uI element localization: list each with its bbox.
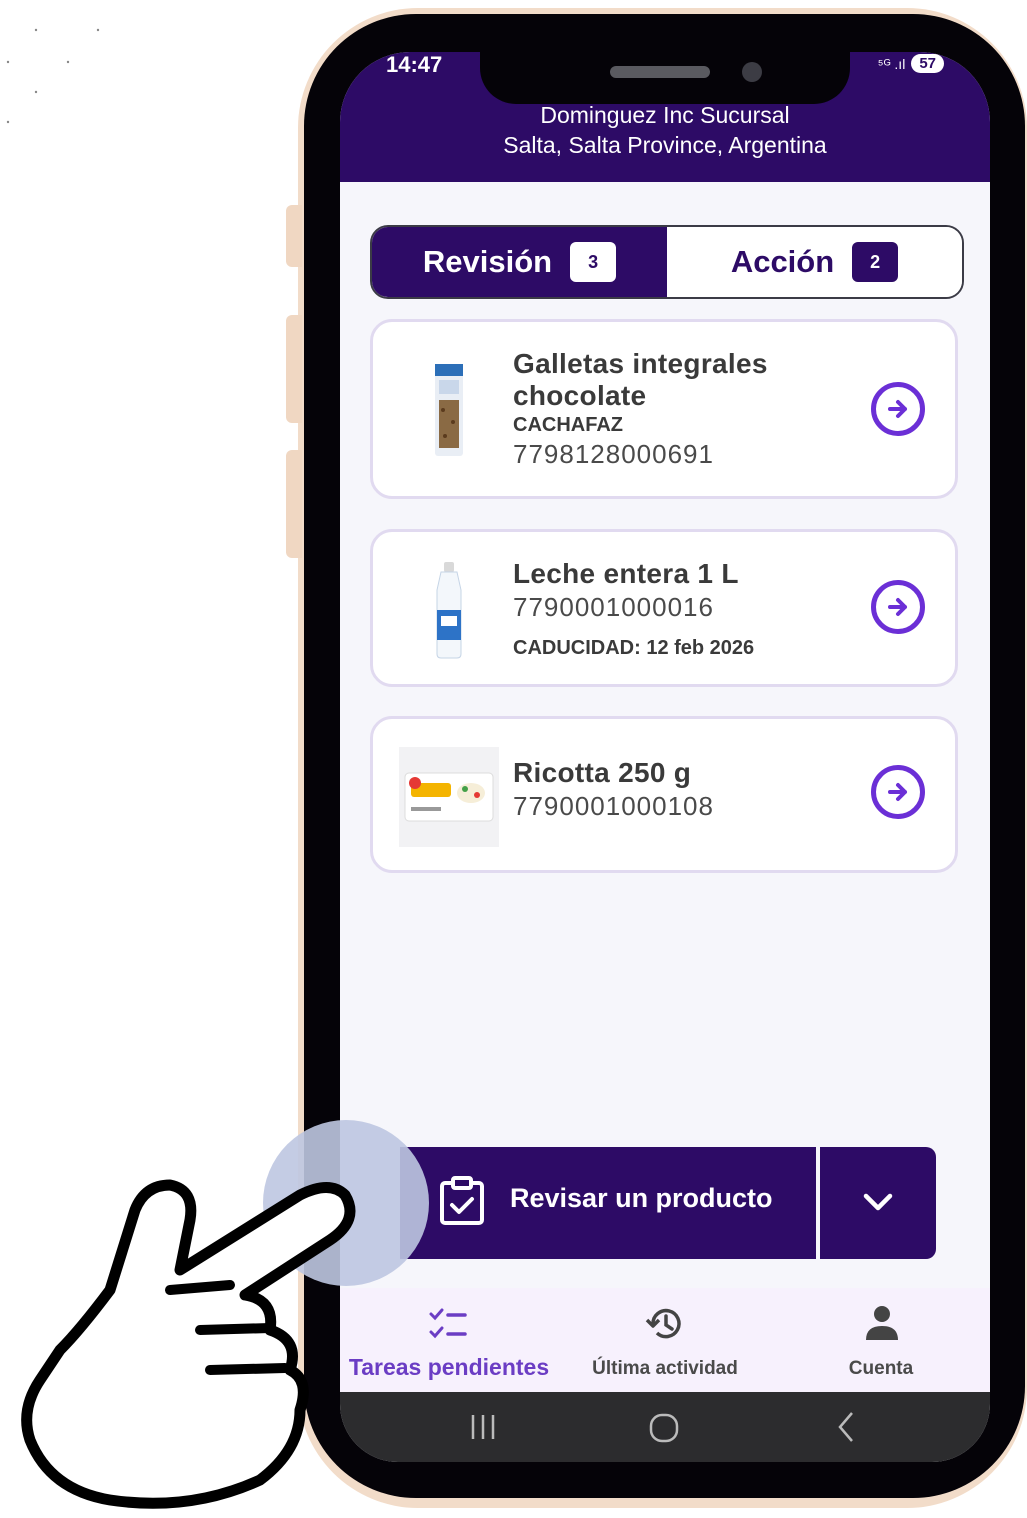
product-info: Galletas integrales chocolate CACHAFAZ 7…	[513, 348, 768, 470]
app-screen: 14:47 ⁵ᴳ .ıl 57 Dominguez Inc Sucursal S…	[340, 52, 990, 1462]
nav-label: Tareas pendientes	[348, 1354, 550, 1380]
store-name: Dominguez Inc Sucursal	[540, 102, 790, 128]
tab-revision[interactable]: Revisión 3	[372, 227, 667, 297]
count-badge: 2	[852, 242, 899, 282]
review-product-button[interactable]: Revisar un producto	[400, 1147, 816, 1259]
speaker-icon	[610, 66, 710, 78]
product-card[interactable]: Leche entera 1 L 7790001000016 CADUCIDAD…	[370, 529, 958, 687]
product-brand: CACHAFAZ	[513, 414, 623, 436]
status-icons: ⁵ᴳ .ıl 57	[878, 54, 944, 73]
nav-ultima-actividad[interactable]: Última actividad	[558, 1288, 772, 1392]
nav-label: Cuenta	[848, 1358, 914, 1379]
product-barcode: 7790001000108	[513, 791, 714, 821]
product-info: Ricotta 250 g 7790001000108	[513, 757, 714, 822]
clipboard-check-icon	[440, 1176, 484, 1225]
bottom-navigation: Tareas pendientes Última actividad Cuent…	[340, 1288, 990, 1392]
nav-label: Última actividad	[592, 1358, 738, 1379]
product-name-cont: chocolate	[513, 380, 647, 411]
chevron-down-icon[interactable]	[860, 1187, 896, 1217]
product-image	[399, 747, 499, 847]
home-icon[interactable]	[648, 1412, 680, 1444]
battery-icon: 57	[911, 54, 944, 73]
phone-side-button	[286, 205, 302, 267]
product-image	[436, 562, 462, 659]
review-product-label: Revisar un producto	[510, 1183, 773, 1213]
history-icon	[645, 1308, 681, 1339]
store-header: 14:47 ⁵ᴳ .ıl 57 Dominguez Inc Sucursal S…	[340, 52, 990, 182]
product-card[interactable]: Galletas integrales chocolate CACHAFAZ 7…	[370, 319, 958, 499]
product-name: Leche entera 1 L	[513, 558, 739, 589]
camera-notch	[480, 52, 850, 104]
phone-volume-up	[286, 315, 302, 423]
arrow-right-icon[interactable]	[871, 765, 925, 819]
product-card[interactable]: Ricotta 250 g 7790001000108	[370, 716, 958, 873]
signal-icon: ⁵ᴳ .ıl	[877, 55, 906, 72]
tab-label: Acción	[730, 244, 835, 279]
back-icon[interactable]	[834, 1410, 858, 1444]
product-name: Ricotta 250 g	[513, 757, 692, 788]
pointing-hand-icon	[21, 1179, 356, 1509]
tab-label: Revisión	[422, 244, 553, 279]
store-location: Salta, Salta Province, Argentina	[503, 132, 827, 158]
divider	[816, 1147, 820, 1259]
phone-volume-down	[286, 450, 302, 558]
product-barcode: 7790001000016	[513, 592, 714, 622]
status-time: 14:47	[386, 52, 443, 77]
review-action-bar: Revisar un producto	[400, 1147, 936, 1259]
camera-icon	[742, 62, 762, 82]
arrow-right-icon[interactable]	[871, 580, 925, 634]
expiry-date: CADUCIDAD: 12 feb 2026	[513, 637, 755, 659]
tab-accion[interactable]: Acción 2	[667, 227, 962, 297]
arrow-right-icon[interactable]	[871, 382, 925, 436]
count-badge: 3	[570, 242, 617, 282]
nav-tareas-pendientes[interactable]: Tareas pendientes	[340, 1288, 558, 1392]
product-info: Leche entera 1 L 7790001000016 CADUCIDAD…	[513, 558, 754, 660]
decorative-dots	[6, 28, 100, 124]
product-name: Galletas integrales	[513, 348, 768, 379]
product-image	[435, 364, 463, 456]
recent-apps-icon[interactable]	[468, 1412, 498, 1442]
product-barcode: 7798128000691	[513, 439, 714, 469]
nav-cuenta[interactable]: Cuenta	[772, 1288, 990, 1392]
system-navigation-bar	[340, 1392, 990, 1462]
person-icon	[866, 1306, 898, 1340]
checklist-icon	[429, 1308, 467, 1339]
tab-bar: Revisión 3 Acción 2	[370, 225, 964, 299]
